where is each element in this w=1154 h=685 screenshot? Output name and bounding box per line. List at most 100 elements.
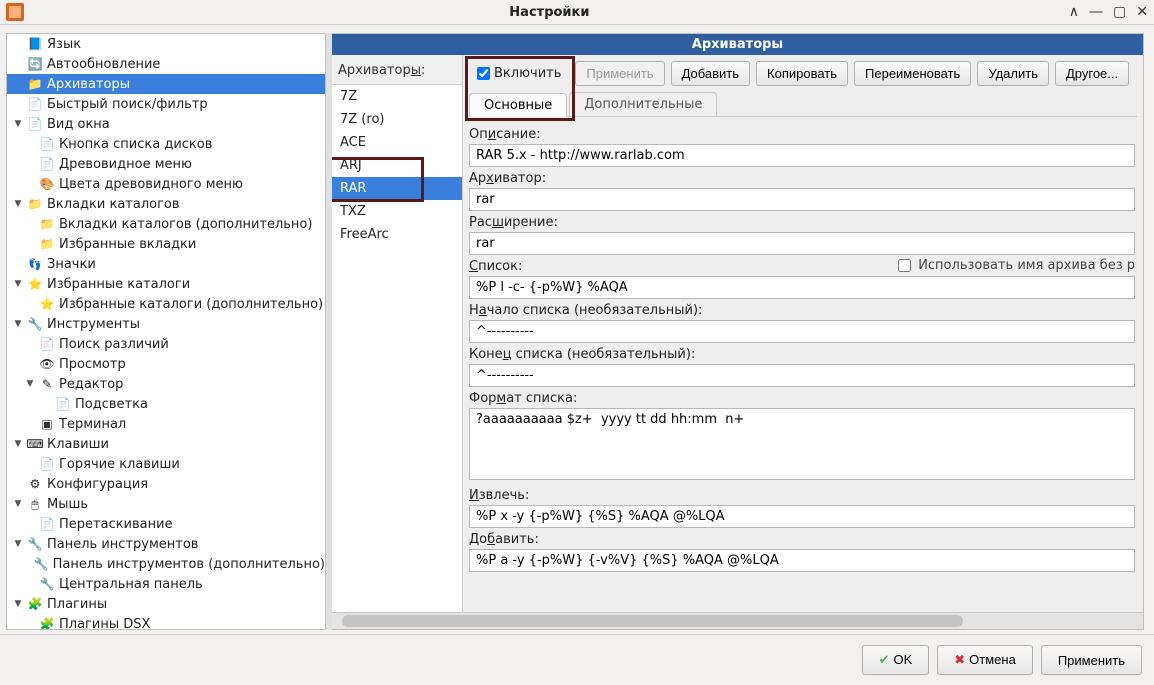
nav-tree[interactable]: ЯзыкАвтообновлениеАрхиваторыБыстрый поис… xyxy=(6,33,326,630)
tree-item-label: Цвета древовидного меню xyxy=(59,177,243,192)
list-end-input[interactable] xyxy=(469,364,1135,387)
ext-input[interactable] xyxy=(469,232,1135,255)
add-archiver-button[interactable]: Добавить xyxy=(671,61,750,86)
tree-item-label: Горячие клавиши xyxy=(59,457,180,472)
apply-button[interactable]: Применить xyxy=(1041,645,1142,675)
expander-icon[interactable]: ▼ xyxy=(13,199,23,209)
tree-item[interactable]: Конфигурация xyxy=(7,474,325,494)
tree-item[interactable]: ▼Вид окна xyxy=(7,114,325,134)
tree-item-icon xyxy=(27,256,43,272)
archiver-input[interactable] xyxy=(469,188,1135,211)
tree-item-icon xyxy=(27,96,43,112)
tree-item[interactable]: ▼Клавиши xyxy=(7,434,325,454)
tree-item-label: Мышь xyxy=(47,497,88,512)
list-input[interactable] xyxy=(469,276,1135,299)
archiver-item[interactable]: ACE xyxy=(332,131,462,154)
window-close-icon[interactable]: ✕ xyxy=(1136,4,1148,20)
expander-icon[interactable]: ▼ xyxy=(13,279,23,289)
scrollbar-thumb[interactable] xyxy=(342,615,963,627)
tree-item[interactable]: Архиваторы xyxy=(7,74,325,94)
window-up-icon[interactable]: ∧ xyxy=(1069,4,1079,20)
tree-item[interactable]: Избранные вкладки xyxy=(7,234,325,254)
tab-main[interactable]: Основные xyxy=(469,93,567,117)
ok-button[interactable]: ✔OK xyxy=(862,645,930,675)
archiver-item[interactable]: TXZ xyxy=(332,200,462,223)
more-archiver-button[interactable]: Другое... xyxy=(1055,61,1129,86)
tree-item-label: Избранные вкладки xyxy=(59,237,196,252)
archiver-item[interactable]: 7Z xyxy=(332,85,462,108)
tree-item[interactable]: Быстрый поиск/фильтр xyxy=(7,94,325,114)
enable-checkbox-wrap[interactable]: Включить xyxy=(469,62,569,85)
tree-item[interactable]: ▼ Редактор xyxy=(7,374,325,394)
tree-item[interactable]: Подсветка xyxy=(7,394,325,414)
tree-item[interactable]: ▼Инструменты xyxy=(7,314,325,334)
tree-item-label: Редактор xyxy=(59,377,123,392)
tree-item-icon xyxy=(27,276,43,292)
tree-item[interactable]: Древовидное меню xyxy=(7,154,325,174)
tree-item[interactable]: ▼ Мышь xyxy=(7,494,325,514)
enable-label: Включить xyxy=(494,66,561,81)
archiver-item[interactable]: 7Z (ro) xyxy=(332,108,462,131)
tree-item[interactable]: Плагины DSX xyxy=(7,614,325,630)
expander-icon[interactable]: ▼ xyxy=(13,439,23,449)
archiver-item[interactable]: ARJ xyxy=(332,154,462,177)
tree-item[interactable]: Цвета древовидного меню xyxy=(7,174,325,194)
horizontal-scrollbar[interactable] xyxy=(332,612,1143,629)
tree-item[interactable]: Кнопка списка дисков xyxy=(7,134,325,154)
tree-item-icon xyxy=(39,176,55,192)
tree-item[interactable]: Язык xyxy=(7,34,325,54)
tree-item[interactable]: Терминал xyxy=(7,414,325,434)
expander-icon[interactable]: ▼ xyxy=(13,319,23,329)
enable-checkbox[interactable] xyxy=(477,67,490,80)
apply-archiver-button[interactable]: Применить xyxy=(575,61,664,86)
tree-item[interactable]: Избранные каталоги (дополнительно) xyxy=(7,294,325,314)
rename-archiver-button[interactable]: Переименовать xyxy=(854,61,971,86)
tree-item-label: Значки xyxy=(47,257,96,272)
tree-item[interactable]: ▼Избранные каталоги xyxy=(7,274,325,294)
expander-icon[interactable]: ▼ xyxy=(13,499,23,509)
tree-item-label: Панель инструментов xyxy=(47,537,198,552)
tab-extra[interactable]: Дополнительные xyxy=(569,92,717,116)
window-minimize-icon[interactable]: — xyxy=(1089,4,1103,20)
tree-item[interactable]: ▼Плагины xyxy=(7,594,325,614)
list-label: Список: xyxy=(469,259,522,274)
copy-archiver-button[interactable]: Копировать xyxy=(756,61,848,86)
archiver-item[interactable]: FreeArc xyxy=(332,223,462,246)
format-label: Формат списка: xyxy=(469,391,1135,406)
cancel-button[interactable]: ✖Отмена xyxy=(937,645,1033,675)
tree-item[interactable]: Автообновление xyxy=(7,54,325,74)
app-icon xyxy=(6,3,24,21)
tree-item[interactable]: ▼ Панель инструментов xyxy=(7,534,325,554)
delete-archiver-button[interactable]: Удалить xyxy=(977,61,1049,86)
archiver-item[interactable]: RAR xyxy=(332,177,462,200)
desc-input[interactable] xyxy=(469,144,1135,167)
archiver-label: Архиватор: xyxy=(469,171,1135,186)
expander-icon[interactable]: ▼ xyxy=(25,379,35,389)
add-input[interactable] xyxy=(469,549,1135,572)
tree-item-label: Кнопка списка дисков xyxy=(59,137,212,152)
tree-item[interactable]: Панель инструментов (дополнительно) xyxy=(7,554,325,574)
tree-item-icon xyxy=(39,216,55,232)
tree-item[interactable]: Центральная панель xyxy=(7,574,325,594)
expander-icon[interactable]: ▼ xyxy=(13,119,23,129)
tree-item[interactable]: Просмотр xyxy=(7,354,325,374)
tree-item[interactable]: Значки xyxy=(7,254,325,274)
tree-item[interactable]: Вкладки каталогов (дополнительно) xyxy=(7,214,325,234)
expander-icon[interactable]: ▼ xyxy=(13,599,23,609)
format-input[interactable] xyxy=(469,408,1135,480)
window-maximize-icon[interactable]: ▢ xyxy=(1113,4,1126,20)
tree-item-label: Плагины DSX xyxy=(59,617,150,631)
tree-item[interactable]: ▼Вкладки каталогов xyxy=(7,194,325,214)
tree-item[interactable]: Горячие клавиши xyxy=(7,454,325,474)
extract-input[interactable] xyxy=(469,505,1135,528)
tree-item-icon xyxy=(39,336,55,352)
tree-item[interactable]: Поиск различий xyxy=(7,334,325,354)
tree-item-icon xyxy=(39,616,55,630)
use-archive-name-checkbox[interactable]: Использовать имя архива без р xyxy=(894,256,1135,275)
expander-icon[interactable]: ▼ xyxy=(13,539,23,549)
tree-item[interactable]: Перетаскивание xyxy=(7,514,325,534)
tree-item-icon xyxy=(39,516,55,532)
list-start-input[interactable] xyxy=(469,320,1135,343)
tree-item-label: Избранные каталоги (дополнительно) xyxy=(59,297,323,312)
archivers-list[interactable]: 7Z7Z (ro)ACEARJRARTXZFreeArc xyxy=(332,84,462,612)
